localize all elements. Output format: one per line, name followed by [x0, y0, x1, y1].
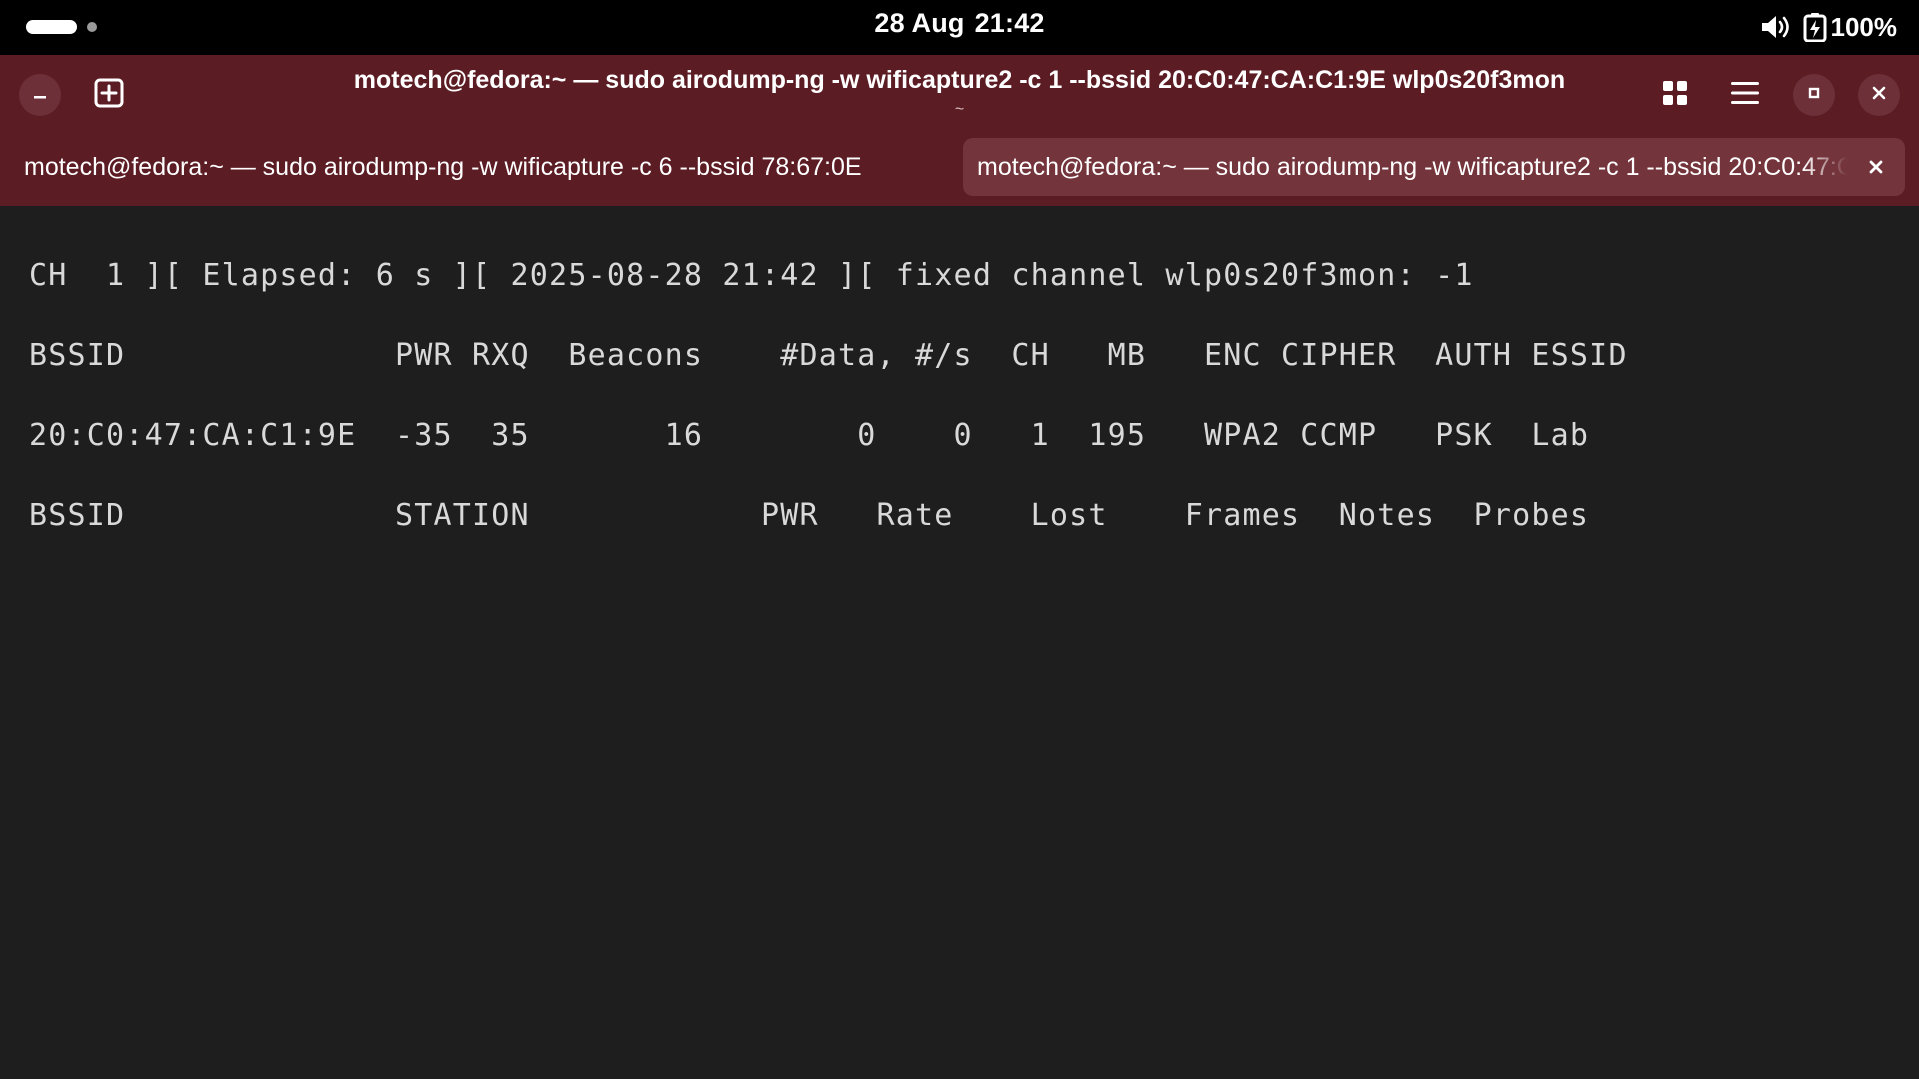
- system-top-bar: 28 Aug 21:42 100%: [0, 0, 1919, 55]
- status-area[interactable]: 100%: [1759, 8, 1898, 46]
- main-menu-button[interactable]: [1724, 74, 1766, 116]
- tab-close-button[interactable]: [1861, 152, 1891, 182]
- battery-percentage: 100%: [1830, 11, 1898, 42]
- maximize-window-button[interactable]: [1793, 74, 1835, 116]
- ap-table-row: 20:C0:47:CA:C1:9E -35 35 16 0 0 1 195 WP…: [29, 418, 1590, 453]
- tab-label: motech@fedora:~ — sudo airodump-ng -w wi…: [24, 152, 862, 181]
- tab-inactive[interactable]: motech@fedora:~ — sudo airodump-ng -w wi…: [24, 138, 940, 196]
- clock-date: 28 Aug: [874, 8, 965, 38]
- tab-bar: motech@fedora:~ — sudo airodump-ng -w wi…: [0, 136, 1919, 206]
- tab-label: motech@fedora:~ — sudo airodump-ng -w wi…: [977, 152, 1847, 181]
- close-icon: [1869, 160, 1883, 174]
- window-title: motech@fedora:~ — sudo airodump-ng -w wi…: [353, 66, 1566, 94]
- clock[interactable]: 28 Aug 21:42: [0, 8, 1919, 39]
- clock-time: 21:42: [974, 8, 1045, 38]
- battery-icon: [1803, 12, 1827, 42]
- close-window-button[interactable]: [1858, 74, 1900, 116]
- tab-overview-button[interactable]: [1654, 74, 1696, 116]
- ap-table-header: BSSID PWR RXQ Beacons #Data, #/s CH MB E…: [29, 338, 1628, 373]
- menu-icon: [1730, 80, 1760, 111]
- maximize-icon: [1807, 86, 1821, 105]
- window-subtitle: ~: [954, 101, 965, 118]
- window-header-bar: motech@fedora:~ — sudo airodump-ng -w wi…: [0, 55, 1919, 136]
- close-icon: [1871, 85, 1887, 106]
- tab-active[interactable]: motech@fedora:~ — sudo airodump-ng -w wi…: [963, 138, 1905, 196]
- volume-icon: [1759, 13, 1791, 41]
- terminal-view[interactable]: CH 1 ][ Elapsed: 6 s ][ 2025-08-28 21:42…: [0, 206, 1919, 1079]
- station-table-header: BSSID STATION PWR Rate Lost Frames Notes…: [29, 498, 1590, 533]
- terminal-status-line: CH 1 ][ Elapsed: 6 s ][ 2025-08-28 21:42…: [29, 258, 1474, 293]
- tab-overview-icon: [1661, 79, 1689, 112]
